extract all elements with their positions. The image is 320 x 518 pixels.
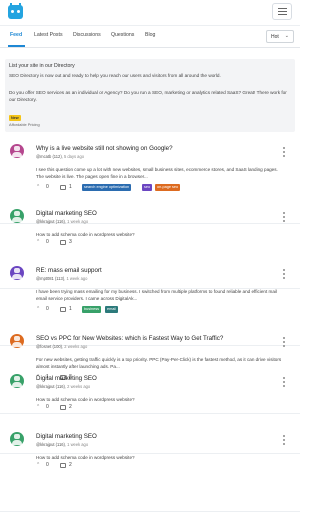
more-options-icon[interactable] xyxy=(283,269,286,281)
question-excerpt: I have been trying mass emailing for my … xyxy=(36,289,277,301)
author-link[interactable]: @mcatb (112) xyxy=(36,154,62,159)
question-meta: @fosnet (100), 2 weeks ago xyxy=(36,344,87,349)
tab-blog[interactable]: Blog xyxy=(145,32,155,38)
sort-value: Hot xyxy=(271,34,279,40)
answer-count: 2 xyxy=(69,462,72,468)
tag[interactable]: business xyxy=(82,306,101,313)
answers-icon xyxy=(60,405,66,410)
question-title[interactable]: Why is a live website still not showing … xyxy=(36,145,173,152)
promo-text-2: Do you offer SEO services as an individu… xyxy=(9,90,287,102)
question-meta: @kkrajput (116), 1 week ago xyxy=(36,442,88,447)
question-title[interactable]: RE: mass email support xyxy=(36,267,102,274)
author-link[interactable]: @kkrajput (116) xyxy=(36,384,65,389)
answers-icon xyxy=(60,463,66,468)
upvote-icon[interactable]: ⌃ xyxy=(36,462,40,468)
hamburger-menu-icon[interactable] xyxy=(272,3,292,20)
post-time: , 1 week ago xyxy=(64,219,89,224)
promo-text-1: SEO Directory is now out and ready to he… xyxy=(9,73,221,78)
question-meta: @kkrajput (116), 2 weeks ago xyxy=(36,384,90,389)
upvote-icon[interactable]: ⌃ xyxy=(36,184,40,190)
question-footer: ⌃ 0 2 xyxy=(36,404,286,412)
vote-count: 0 xyxy=(46,462,49,468)
answer-count: 1 xyxy=(69,184,72,190)
tab-discussions[interactable]: Discussions xyxy=(73,32,101,38)
tag[interactable]: seo xyxy=(142,184,153,191)
question-meta: @mcatb (112), 5 days ago xyxy=(36,154,84,159)
question-excerpt: How to add schema code in wordpress webs… xyxy=(36,397,135,402)
top-header xyxy=(0,0,300,26)
author-link[interactable]: @mpt081 (113) xyxy=(36,276,64,281)
question-meta: @mpt081 (113), 1 week ago xyxy=(36,276,87,281)
more-options-icon[interactable] xyxy=(283,377,286,389)
post-time: , 1 week ago xyxy=(64,276,88,281)
more-options-icon[interactable] xyxy=(283,337,286,349)
answer-count: 1 xyxy=(69,306,72,312)
answers-icon xyxy=(60,307,66,312)
question-excerpt: How to add schema code in wordpress webs… xyxy=(36,455,135,460)
avatar[interactable] xyxy=(10,144,24,158)
new-badge: New xyxy=(9,115,21,121)
tab-questions[interactable]: Questions xyxy=(111,32,134,38)
avatar[interactable] xyxy=(10,374,24,388)
question-title[interactable]: Digital marketing SEO xyxy=(36,210,97,217)
tag[interactable]: search engine optimization xyxy=(82,184,132,191)
question-excerpt: For new websites, getting traffic quickl… xyxy=(36,357,282,369)
robot-logo-icon[interactable] xyxy=(8,3,23,19)
sort-select[interactable]: Hot ⌄ xyxy=(266,30,294,43)
author-link[interactable]: @kkrajput (116) xyxy=(36,219,65,224)
avatar[interactable] xyxy=(10,334,24,348)
more-options-icon[interactable] xyxy=(283,147,286,159)
upvote-icon[interactable]: ⌃ xyxy=(36,404,40,410)
post-time: , 2 weeks ago xyxy=(64,384,91,389)
question-title[interactable]: SEO vs PPC for New Websites: which is Fa… xyxy=(36,335,223,342)
chevron-down-icon: ⌄ xyxy=(284,33,289,39)
avatar[interactable] xyxy=(10,266,24,280)
post-time: , 5 days ago xyxy=(61,154,85,159)
active-tab-indicator xyxy=(8,45,25,47)
question-title[interactable]: Digital marketing SEO xyxy=(36,433,97,440)
answer-count: 3 xyxy=(69,239,72,245)
question-footer: ⌃ 0 1 search engine optimization seo on-page … xyxy=(36,184,286,192)
author-link[interactable]: @fosnet (100) xyxy=(36,344,62,349)
question-excerpt: I see this question come up a lot with n… xyxy=(36,167,278,179)
question-title[interactable]: Digital marketing SEO xyxy=(36,375,97,382)
avatar[interactable] xyxy=(10,432,24,446)
question-footer: ⌃ 0 3 xyxy=(36,239,286,247)
vote-count: 0 xyxy=(46,239,49,245)
tag[interactable]: on-page seo xyxy=(155,184,181,191)
question-card[interactable]: Digital marketing SEO @kkrajput (116), 1 … xyxy=(0,432,300,512)
promo-title: List your site in our Directory xyxy=(9,63,75,69)
answers-icon xyxy=(60,185,66,190)
author-link[interactable]: @kkrajput (116) xyxy=(36,442,65,447)
post-time: , 1 week ago xyxy=(64,442,89,447)
question-footer: ⌃ 0 1 business email xyxy=(36,306,286,314)
answers-icon xyxy=(60,240,66,245)
tab-feed[interactable]: Feed xyxy=(10,32,22,38)
post-time: , 2 weeks ago xyxy=(62,344,88,349)
answer-count: 2 xyxy=(69,404,72,410)
vote-count: 0 xyxy=(46,404,49,410)
upvote-icon[interactable]: ⌃ xyxy=(36,239,40,245)
tag[interactable]: email xyxy=(105,306,119,313)
promo-footer[interactable]: Affordable Pricing xyxy=(9,122,40,127)
more-options-icon[interactable] xyxy=(283,212,286,224)
feed-tabs: Feed Latest Posts Discussions Questions … xyxy=(0,25,300,48)
upvote-icon[interactable]: ⌃ xyxy=(36,306,40,312)
vote-count: 0 xyxy=(46,184,49,190)
avatar[interactable] xyxy=(10,209,24,223)
more-options-icon[interactable] xyxy=(283,435,286,447)
question-excerpt: How to add schema code in wordpress webs… xyxy=(36,232,135,237)
tab-latest-posts[interactable]: Latest Posts xyxy=(34,32,63,38)
directory-promo-banner: List your site in our Directory SEO Dire… xyxy=(5,59,295,132)
vote-count: 0 xyxy=(46,306,49,312)
question-meta: @kkrajput (116), 1 week ago xyxy=(36,219,88,224)
question-footer: ⌃ 0 2 xyxy=(36,462,286,470)
